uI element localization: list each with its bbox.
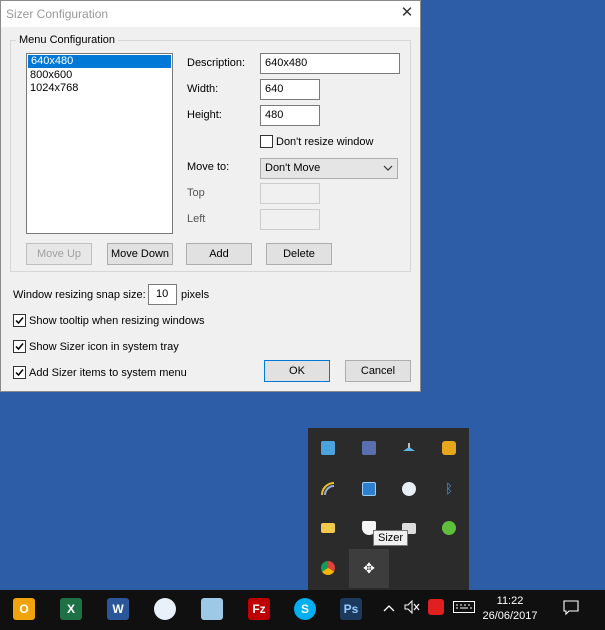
dont-resize-label: Don't resize window bbox=[276, 136, 374, 148]
taskbar-app-photoshop[interactable]: Ps bbox=[340, 598, 362, 620]
cancel-button[interactable]: Cancel bbox=[345, 360, 411, 382]
width-field[interactable]: 640 bbox=[260, 79, 320, 100]
dialog-title: Sizer Configuration bbox=[6, 7, 109, 21]
move-up-button[interactable]: Move Up bbox=[26, 243, 92, 265]
snap-unit-label: pixels bbox=[181, 289, 210, 301]
left-label: Left bbox=[187, 213, 206, 225]
checkmark-icon bbox=[15, 317, 24, 325]
checkmark-icon bbox=[15, 369, 24, 377]
sizer-config-dialog: Sizer Configuration ✕ Menu Configuration… bbox=[0, 0, 421, 392]
show-tooltip-checkbox[interactable] bbox=[13, 314, 26, 327]
keyboard-icon[interactable] bbox=[453, 601, 475, 613]
chevron-down-icon bbox=[383, 165, 393, 171]
title-bar[interactable]: Sizer Configuration ✕ bbox=[1, 1, 420, 27]
show-tray-icon-label: Show Sizer icon in system tray bbox=[29, 341, 179, 353]
action-center-icon[interactable] bbox=[563, 600, 579, 616]
taskbar-app-filezilla[interactable]: Fz bbox=[248, 598, 270, 620]
move-to-select[interactable]: Don't Move bbox=[260, 158, 398, 179]
acrobat-icon[interactable] bbox=[428, 599, 444, 615]
close-icon[interactable]: ✕ bbox=[399, 5, 415, 21]
volume-muted-icon[interactable] bbox=[404, 600, 420, 614]
display-icon[interactable] bbox=[362, 482, 376, 496]
snap-size-label: Window resizing snap size: bbox=[13, 289, 146, 301]
notes-icon[interactable] bbox=[362, 441, 376, 455]
taskbar-clock[interactable]: 11:22 26/06/2017 bbox=[482, 594, 538, 624]
mail-icon[interactable] bbox=[321, 523, 335, 533]
move-to-label: Move to: bbox=[187, 161, 230, 173]
snap-size-field[interactable]: 10 bbox=[148, 284, 177, 305]
delete-button[interactable]: Delete bbox=[266, 243, 332, 265]
ok-button[interactable]: OK bbox=[264, 360, 330, 382]
add-system-menu-checkbox[interactable] bbox=[13, 366, 26, 379]
list-item[interactable]: 800x600 bbox=[27, 69, 172, 82]
description-label: Description: bbox=[187, 57, 246, 69]
top-field bbox=[260, 183, 320, 204]
sizer-tooltip: Sizer bbox=[373, 530, 409, 546]
show-tray-icon-checkbox[interactable] bbox=[13, 340, 26, 353]
evernote-icon[interactable] bbox=[442, 521, 456, 535]
top-label: Top bbox=[187, 187, 205, 199]
width-label: Width: bbox=[187, 83, 219, 95]
wifi-icon[interactable] bbox=[321, 482, 335, 496]
taskbar-app-outlook[interactable]: O bbox=[13, 598, 35, 620]
clock-time: 11:22 bbox=[496, 595, 524, 607]
description-field[interactable]: 640x480 bbox=[260, 53, 400, 74]
show-tooltip-label: Show tooltip when resizing windows bbox=[29, 315, 205, 327]
clock-date: 26/06/2017 bbox=[482, 610, 538, 622]
height-label: Height: bbox=[187, 109, 222, 121]
add-button[interactable]: Add bbox=[186, 243, 252, 265]
notification-icon[interactable] bbox=[442, 441, 456, 455]
move-down-button[interactable]: Move Down bbox=[107, 243, 173, 265]
network-card-icon[interactable] bbox=[321, 441, 335, 455]
left-field bbox=[260, 209, 320, 230]
usb-icon[interactable] bbox=[402, 482, 416, 496]
sizer-move-icon[interactable]: ✥ bbox=[362, 561, 376, 575]
move-to-value: Don't Move bbox=[265, 162, 321, 174]
chrome-icon[interactable] bbox=[321, 561, 335, 575]
menu-config-label: Menu Configuration bbox=[16, 34, 119, 46]
list-item[interactable]: 640x480 bbox=[28, 55, 171, 68]
bluetooth-icon[interactable]: ᛒ bbox=[442, 482, 456, 496]
add-system-menu-label: Add Sizer items to system menu bbox=[29, 367, 187, 379]
dont-resize-checkbox[interactable] bbox=[260, 135, 273, 148]
taskbar-app-word[interactable]: W bbox=[107, 598, 129, 620]
height-field[interactable]: 480 bbox=[260, 105, 320, 126]
checkmark-icon bbox=[15, 343, 24, 351]
list-item[interactable]: 1024x768 bbox=[27, 82, 172, 95]
taskbar-app-pencil[interactable] bbox=[201, 598, 223, 620]
show-hidden-icons-chevron-up-icon[interactable] bbox=[383, 603, 395, 613]
taskbar-app-skype-business[interactable] bbox=[154, 598, 176, 620]
size-list[interactable]: 640x480 800x600 1024x768 bbox=[26, 53, 173, 234]
taskbar-app-excel[interactable]: X bbox=[60, 598, 82, 620]
satellite-icon[interactable] bbox=[402, 441, 416, 455]
taskbar-app-skype[interactable]: S bbox=[294, 598, 316, 620]
